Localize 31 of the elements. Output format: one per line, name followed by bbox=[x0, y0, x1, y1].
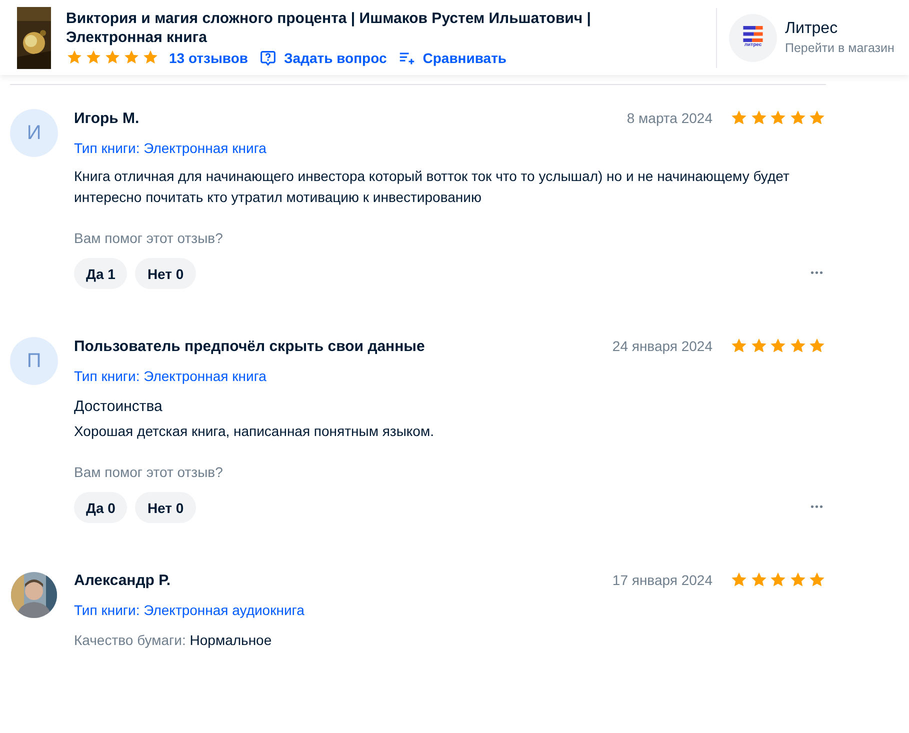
no-vote-button[interactable]: Нет 0 bbox=[135, 492, 196, 523]
yes-vote-button[interactable]: Да 0 bbox=[74, 492, 128, 523]
book-type-link[interactable]: Тип книги: Электронная книга bbox=[74, 368, 826, 384]
avatar: И bbox=[10, 109, 58, 157]
review-text: Хорошая детская книга, написанная понятным языком. bbox=[74, 422, 435, 441]
yes-vote-button[interactable]: Да 1 bbox=[74, 258, 128, 289]
store-name: Литрес bbox=[785, 20, 839, 38]
detail-value: Нормальное bbox=[190, 632, 272, 648]
review-date: 24 января 2024 bbox=[612, 338, 712, 354]
helpful-prompt: Вам помог этот отзыв? bbox=[74, 230, 224, 246]
author-name: Игорь М. bbox=[74, 110, 140, 126]
more-button[interactable]: ••• bbox=[808, 268, 826, 279]
review-heading: Достоинства bbox=[74, 398, 164, 415]
avatar: П bbox=[10, 337, 58, 385]
book-type-link[interactable]: Тип книги: Электронная аудиокнига bbox=[74, 602, 826, 618]
compare-link[interactable]: Сравнивать bbox=[422, 50, 507, 66]
review-date: 17 января 2024 bbox=[612, 572, 712, 588]
book-type-link[interactable]: Тип книги: Электронная книга bbox=[74, 140, 826, 156]
helpful-prompt: Вам помог этот отзыв? bbox=[74, 464, 224, 480]
ask-question-link[interactable]: Задать вопрос bbox=[284, 50, 387, 66]
reviews-link[interactable]: 13 отзывов bbox=[169, 50, 248, 66]
detail-label: Качество бумаги: bbox=[74, 632, 186, 648]
more-button[interactable]: ••• bbox=[808, 502, 826, 513]
store-link[interactable]: Перейти в магазин bbox=[785, 41, 894, 55]
review-date: 8 марта 2024 bbox=[626, 110, 712, 126]
product-title: Виктория и магия сложного процента | Ишмаков Рустем Ильшатович | Электронная книга bbox=[66, 9, 592, 47]
question-icon bbox=[260, 50, 276, 66]
no-vote-button[interactable]: Нет 0 bbox=[135, 258, 196, 289]
author-name: Александр Р. bbox=[74, 572, 171, 588]
review-text: Книга отличная для начинающего инвестора который вотток ток что то услышал) но и не начинающему будет интересно почитать кто утратил мотивацию к инвестированию bbox=[74, 167, 790, 207]
author-name: Пользователь предпочёл скрыть свои данные bbox=[74, 338, 425, 354]
